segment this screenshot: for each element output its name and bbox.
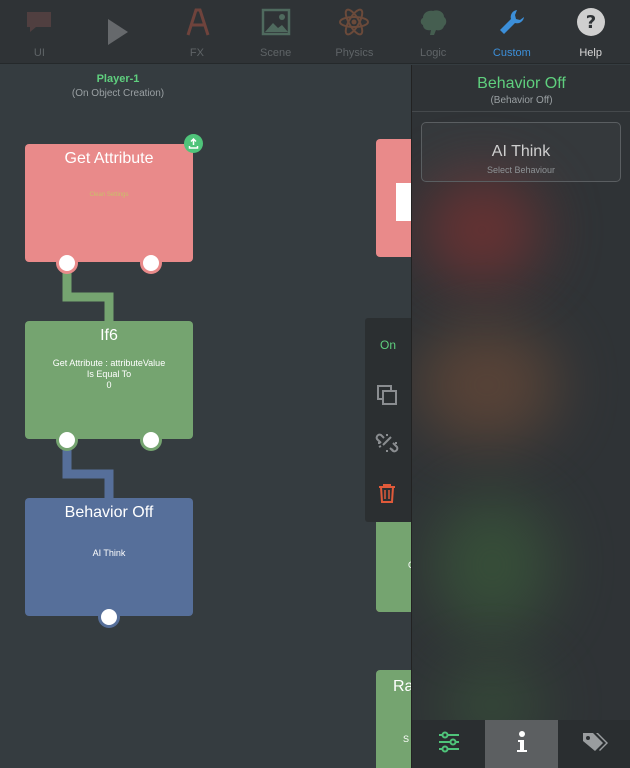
upload-icon[interactable] (184, 134, 203, 153)
sliders-icon (437, 731, 461, 758)
node-behavior-off-body: AI Think (92, 548, 126, 558)
port-if6-right[interactable] (140, 429, 162, 451)
node-behavior-off-title: Behavior Off (64, 504, 154, 521)
behaviour-select-card[interactable]: AI Think Select Behaviour (421, 122, 621, 182)
node-partial-bottom[interactable]: Ra S (376, 670, 416, 768)
toggle-on-button[interactable]: On (365, 338, 411, 352)
panel-tabs (412, 720, 630, 768)
port-behavior-off-bottom[interactable] (98, 606, 120, 628)
node-partial-bottom-title: Ra (393, 678, 414, 695)
node-if6[interactable]: If6 Get Attribute : attributeValue Is Eq… (25, 321, 193, 439)
port-if6-left[interactable] (56, 429, 78, 451)
behaviour-card-subtitle: Select Behaviour (486, 165, 556, 175)
trash-icon[interactable] (374, 480, 400, 506)
node-get-attribute-body: Clean Settings (89, 192, 129, 198)
node-if6-line3: 0 (106, 380, 112, 390)
node-if6-title: If6 (100, 327, 118, 344)
node-partial-bottom-text: S (403, 734, 410, 744)
port-get-attribute-right[interactable] (140, 252, 162, 274)
node-behavior-off[interactable]: Behavior Off AI Think (25, 498, 193, 616)
node-if6-line1: Get Attribute : attributeValue (52, 358, 166, 368)
panel-blur-brown (417, 325, 557, 445)
tab-info[interactable] (485, 720, 558, 768)
behaviour-card-title: AI Think (491, 143, 551, 160)
panel-blur-green (432, 495, 552, 635)
panel-title: Behavior Off (477, 75, 566, 92)
node-if6-line2: Is Equal To (86, 369, 132, 379)
unlink-icon[interactable] (374, 430, 400, 456)
copy-icon[interactable] (374, 382, 400, 408)
port-get-attribute-left[interactable] (56, 252, 78, 274)
tab-settings[interactable] (412, 720, 485, 768)
panel-subtitle: (Behavior Off) (490, 95, 553, 106)
node-get-attribute-title: Get Attribute (64, 150, 154, 167)
panel-blur-red (422, 175, 542, 285)
tab-tags[interactable] (558, 720, 630, 768)
info-icon (515, 730, 529, 759)
node-partial-red[interactable] (376, 139, 416, 257)
panel-divider (412, 111, 630, 112)
node-context-menu: On (365, 318, 411, 522)
tags-icon (581, 730, 609, 759)
properties-panel: Behavior Off (Behavior Off) AI Think Sel… (411, 65, 630, 768)
node-get-attribute[interactable]: Get Attribute Clean Settings (25, 144, 193, 262)
